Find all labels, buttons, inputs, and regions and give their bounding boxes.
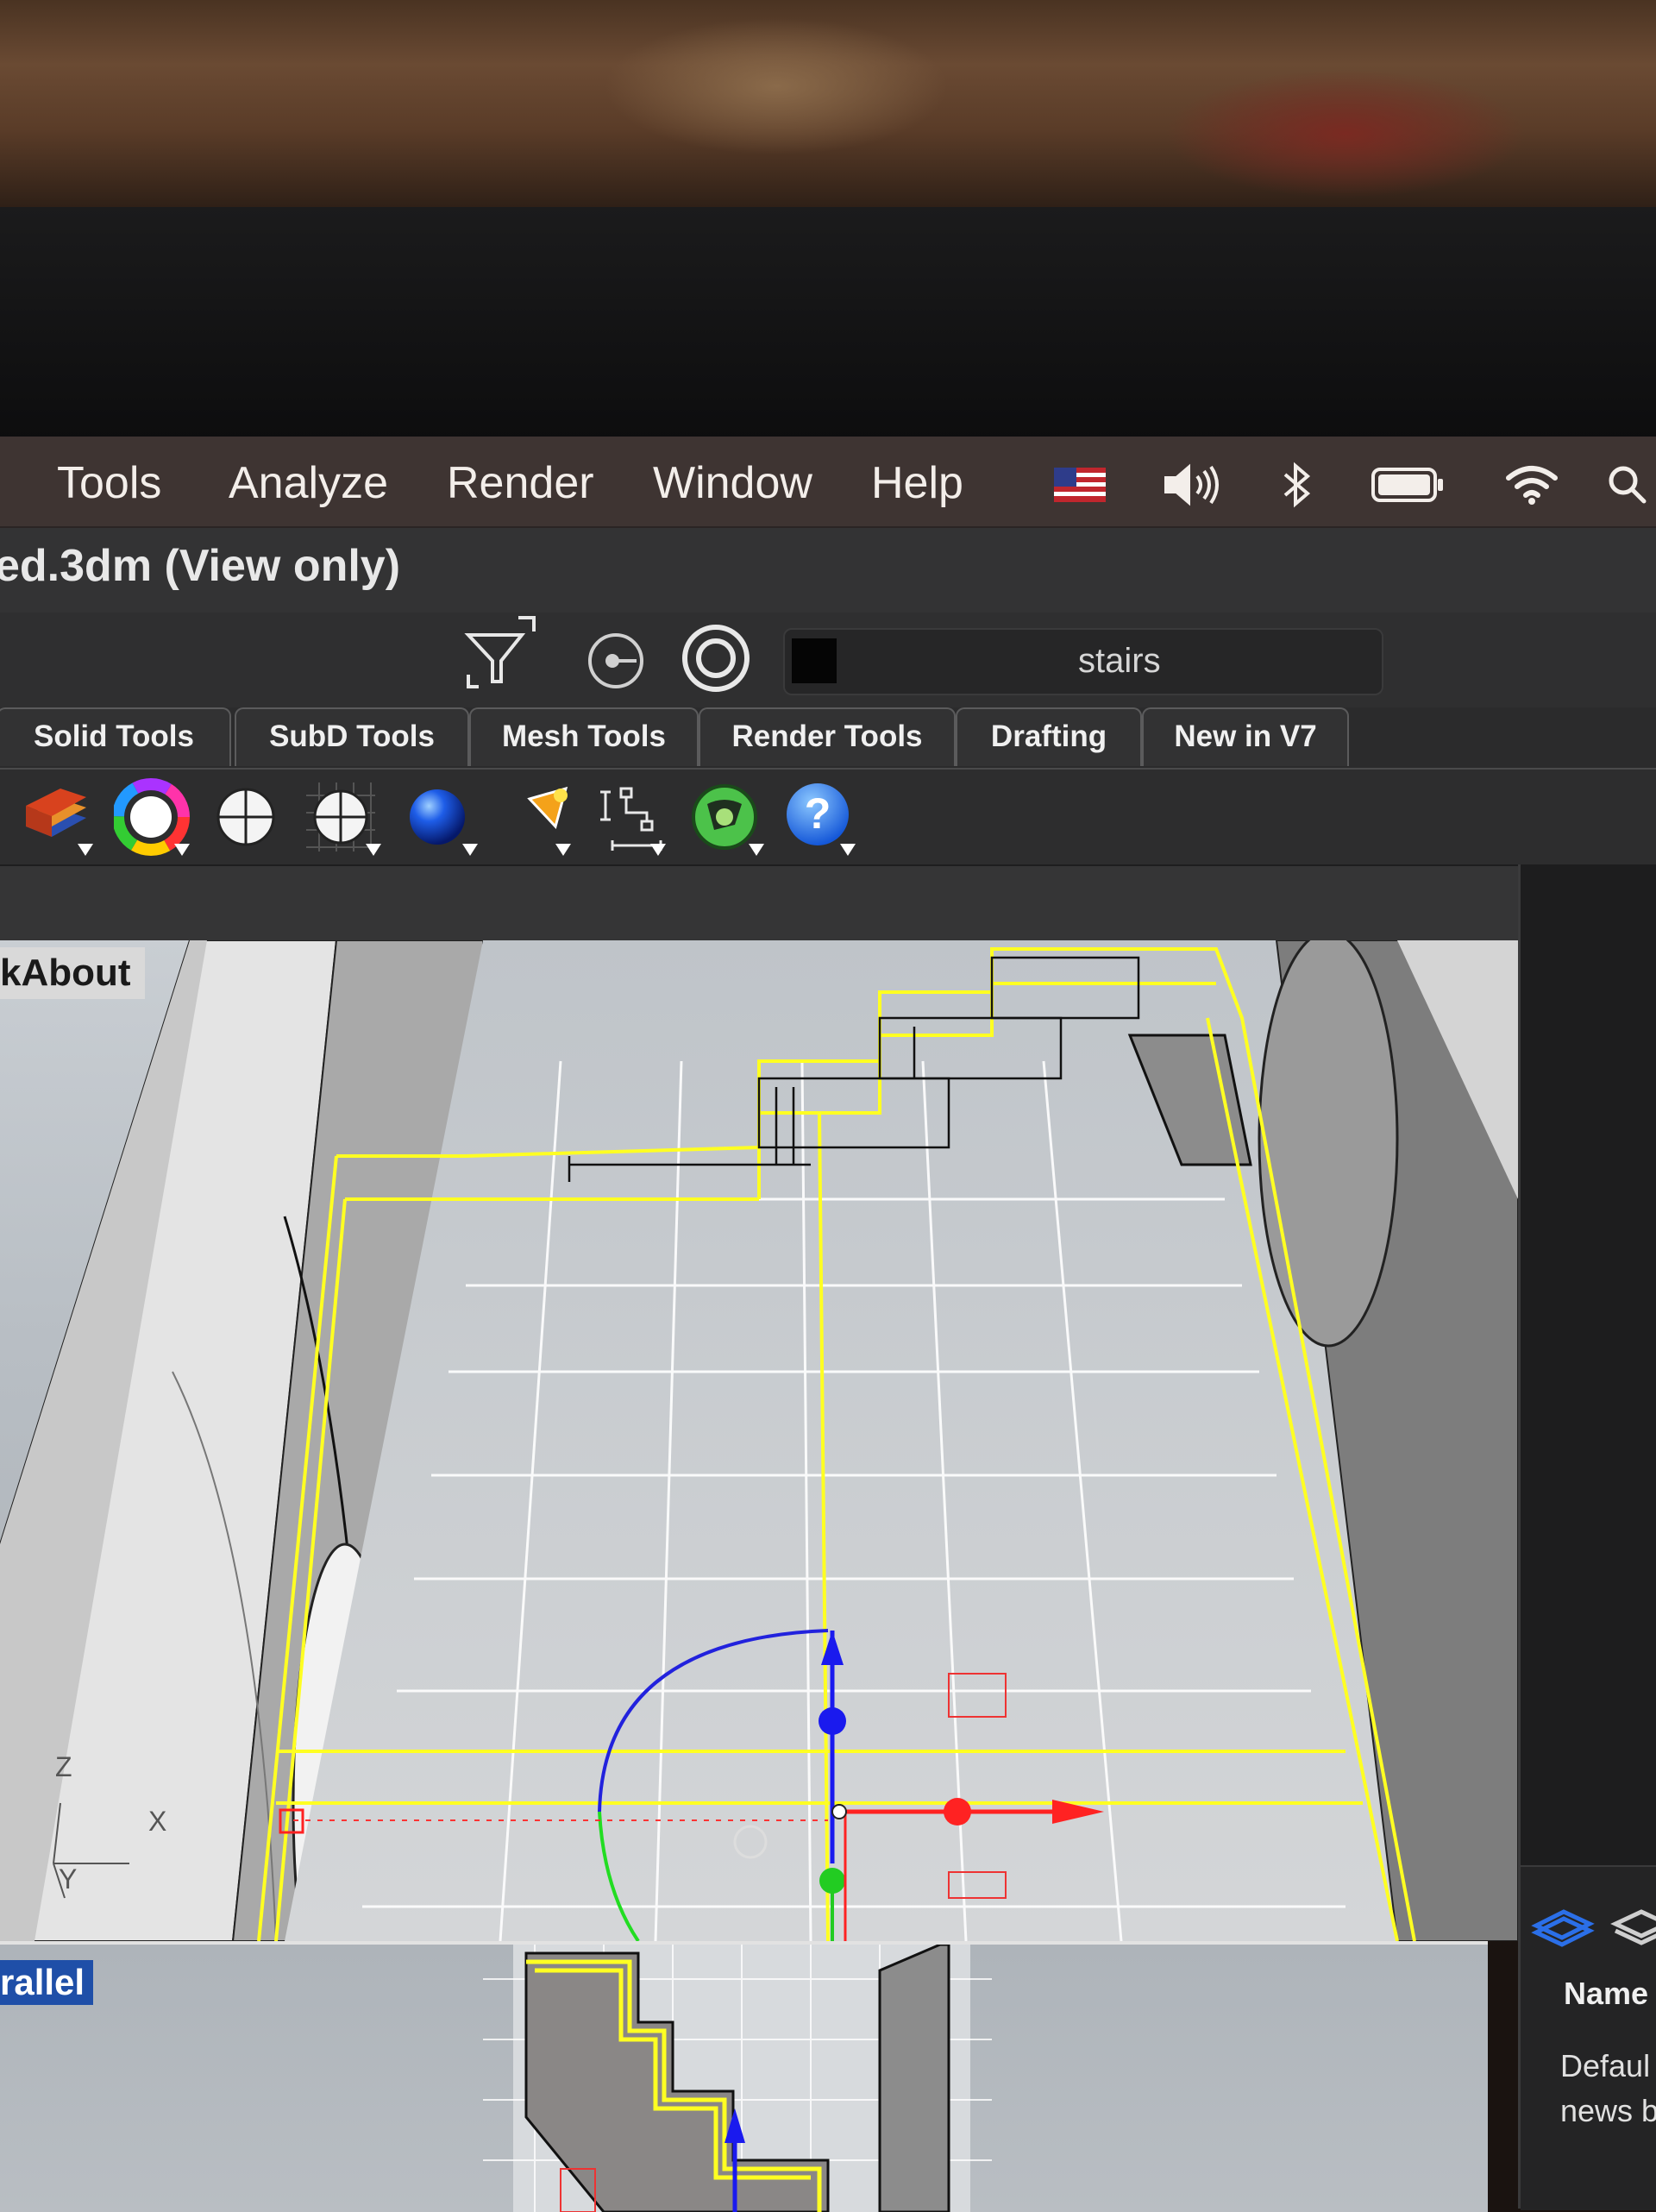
dimension-icon[interactable] (586, 778, 666, 856)
menu-analyze[interactable]: Analyze (229, 457, 388, 509)
command-toolbar: stairs (0, 613, 1656, 711)
grid-sphere-icon[interactable] (302, 778, 381, 856)
stacked-layers-icon[interactable] (1607, 1901, 1656, 1966)
volume-icon[interactable] (1163, 462, 1223, 507)
menu-help[interactable]: Help (871, 457, 963, 509)
tab-new-in-v7[interactable]: New in V7 (1142, 707, 1349, 766)
layer-color-swatch[interactable] (792, 638, 837, 683)
globe-icon[interactable] (688, 778, 766, 856)
menu-tools[interactable]: Tools (57, 457, 161, 509)
rendered-sphere-icon[interactable] (398, 778, 478, 856)
menu-window[interactable]: Window (653, 457, 812, 509)
toolbar-tabs: Solid Tools SubD Tools Mesh Tools Render… (0, 707, 1656, 770)
target-icon[interactable] (679, 621, 753, 700)
axis-label-y: Y (59, 1863, 78, 1895)
viewport-title-secondary[interactable]: rallel (0, 1960, 94, 2005)
parallel-viewport[interactable]: rallel (0, 1941, 1488, 2212)
color-wheel-icon[interactable] (112, 778, 191, 856)
search-icon[interactable] (1606, 462, 1649, 507)
battery-icon[interactable] (1371, 462, 1446, 507)
tab-render-tools[interactable]: Render Tools (699, 707, 956, 766)
point-snap-icon[interactable] (583, 628, 649, 698)
tab-mesh-tools[interactable]: Mesh Tools (469, 707, 699, 766)
background-room (0, 0, 1656, 216)
tab-solid-tools[interactable]: Solid Tools (0, 707, 231, 766)
layers-icon[interactable] (17, 778, 95, 856)
layer-row-default[interactable]: Defaul (1560, 2048, 1650, 2084)
viewport-title-main[interactable]: kAbout (0, 947, 145, 999)
axis-label-z: Z (55, 1751, 72, 1782)
wifi-icon[interactable] (1505, 462, 1559, 507)
layers-panel-icon[interactable] (1527, 1901, 1605, 1966)
viewport-tab-strip (0, 864, 1518, 942)
help-icon[interactable]: ? (780, 778, 857, 856)
monitor-bezel (0, 207, 1656, 440)
shaded-sphere-icon[interactable] (207, 778, 285, 856)
filter-icon[interactable] (461, 613, 541, 696)
layers-name-header[interactable]: Name (1564, 1976, 1648, 2012)
window-title-bar: ed.3dm (View only) (0, 528, 1656, 613)
layers-panel: Name Defaul news b (1518, 864, 1656, 2210)
current-layer-name: stairs (1078, 642, 1161, 680)
tool-icon-bar: ? (0, 770, 1656, 864)
tab-drafting[interactable]: Drafting (956, 707, 1142, 766)
svg-text:?: ? (805, 789, 831, 838)
light-cone-icon[interactable] (512, 778, 590, 856)
menu-render[interactable]: Render (447, 457, 594, 509)
perspective-viewport[interactable]: kAbout Z X Y (0, 940, 1518, 1941)
tab-subd-tools[interactable]: SubD Tools (235, 707, 469, 766)
layer-row-news[interactable]: news b (1560, 2093, 1656, 2129)
menu-bar: Tools Analyze Render Window Help (0, 437, 1656, 528)
bluetooth-icon[interactable] (1280, 462, 1314, 508)
window-title: ed.3dm (View only) (0, 541, 401, 591)
axis-label-x: X (148, 1806, 167, 1837)
layers-panel-list: Name Defaul news b (1521, 1865, 1656, 2210)
us-flag-icon[interactable] (1054, 462, 1106, 507)
current-layer-field[interactable]: stairs (783, 628, 1383, 695)
